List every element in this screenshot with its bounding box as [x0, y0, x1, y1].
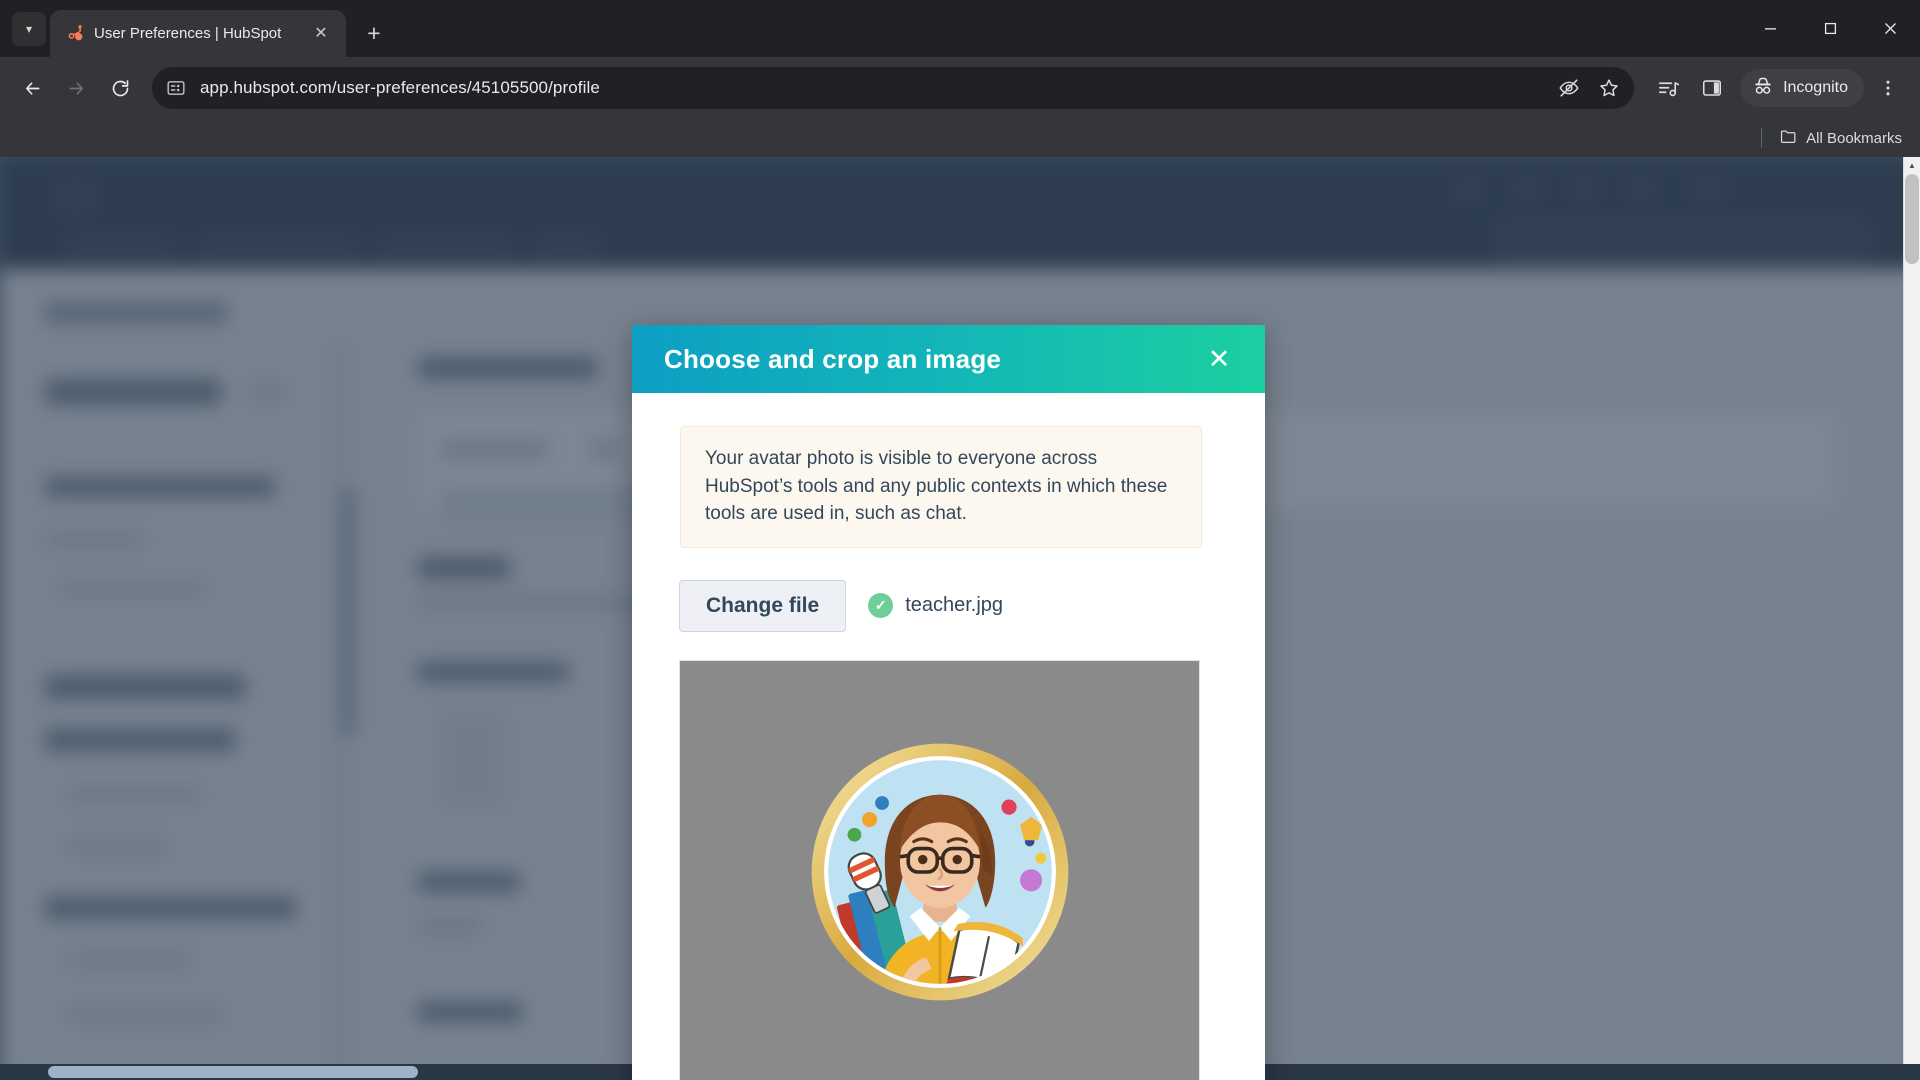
all-bookmarks-button[interactable]: All Bookmarks — [1779, 127, 1902, 150]
maximize-button[interactable] — [1800, 0, 1860, 56]
avatar-visibility-notice: Your avatar photo is visible to everyone… — [680, 426, 1202, 548]
modal-body: Your avatar photo is visible to everyone… — [632, 393, 1265, 1080]
vertical-scrollbar-thumb[interactable] — [1905, 174, 1919, 264]
browser-toolbar: app.hubspot.com/user-preferences/4510550… — [0, 57, 1920, 119]
page-viewport: Choose and crop an image ✕ Your avatar p… — [0, 157, 1920, 1080]
minimize-button[interactable] — [1740, 0, 1800, 56]
three-dot-menu-icon[interactable] — [1868, 68, 1908, 108]
modal-header: Choose and crop an image ✕ — [632, 325, 1265, 393]
page-vertical-scrollbar[interactable]: ▲ ▼ — [1903, 157, 1920, 1080]
close-window-button[interactable] — [1860, 0, 1920, 56]
tab-title: User Preferences | HubSpot — [94, 25, 282, 42]
forward-button[interactable] — [56, 68, 96, 108]
selected-file: ✓ teacher.jpg — [868, 593, 1004, 619]
incognito-label: Incognito — [1783, 79, 1848, 96]
close-icon[interactable]: ✕ — [1201, 341, 1237, 377]
modal-title: Choose and crop an image — [664, 343, 1002, 374]
check-circle-icon: ✓ — [868, 593, 894, 619]
incognito-indicator[interactable]: Incognito — [1740, 69, 1864, 107]
star-icon[interactable] — [1592, 71, 1626, 105]
horizontal-scrollbar-thumb[interactable] — [48, 1066, 418, 1078]
crop-image-modal: Choose and crop an image ✕ Your avatar p… — [632, 325, 1265, 1080]
tab-search-button[interactable]: ▾ — [12, 12, 46, 46]
page-info-icon[interactable] — [166, 78, 186, 98]
file-picker-row: Change file ✓ teacher.jpg — [679, 579, 1218, 632]
tab-close-icon[interactable]: ✕ — [308, 21, 334, 47]
browser-window: ▾ User Preferences | HubSpot ✕ + app.hub… — [0, 0, 1920, 1080]
scroll-up-icon[interactable]: ▲ — [1904, 157, 1920, 174]
avatar-image — [811, 743, 1068, 1001]
address-bar[interactable]: app.hubspot.com/user-preferences/4510550… — [152, 67, 1635, 109]
bookmarks-bar: All Bookmarks — [0, 119, 1920, 157]
reload-button[interactable] — [100, 68, 140, 108]
image-crop-preview[interactable] — [679, 659, 1200, 1080]
browser-tab[interactable]: User Preferences | HubSpot ✕ — [50, 10, 346, 57]
bookmarks-divider — [1761, 128, 1763, 148]
file-name-label: teacher.jpg — [905, 594, 1004, 617]
change-file-button[interactable]: Change file — [679, 579, 847, 632]
tab-strip: ▾ User Preferences | HubSpot ✕ + — [0, 0, 1920, 57]
media-control-icon[interactable] — [1648, 68, 1688, 108]
eye-off-icon[interactable] — [1552, 71, 1586, 105]
all-bookmarks-label: All Bookmarks — [1806, 129, 1902, 147]
back-button[interactable] — [12, 68, 52, 108]
omnibox-actions — [1552, 71, 1626, 105]
side-panel-icon[interactable] — [1692, 68, 1732, 108]
hubspot-favicon — [66, 25, 84, 43]
folder-icon — [1779, 127, 1798, 150]
window-controls — [1740, 0, 1920, 56]
url-text: app.hubspot.com/user-preferences/4510550… — [200, 78, 600, 97]
plus-icon: + — [367, 19, 381, 46]
chevron-down-icon: ▾ — [25, 22, 33, 36]
new-tab-button[interactable]: + — [356, 15, 392, 51]
incognito-hat-icon — [1752, 75, 1774, 102]
